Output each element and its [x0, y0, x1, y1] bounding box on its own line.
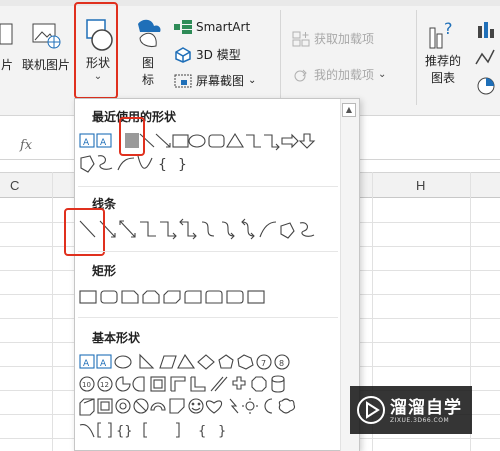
section-divider — [78, 186, 338, 187]
pictures-label: 片 — [0, 58, 13, 72]
shapes-button-highlight — [74, 2, 118, 99]
line-shapes-grid[interactable] — [78, 218, 340, 242]
my-addins-button[interactable]: 我的加载项 ⌄ — [292, 66, 386, 83]
chevron-down-icon: ⌄ — [248, 75, 257, 86]
rectangle-shapes-grid[interactable] — [78, 288, 340, 308]
svg-text:A: A — [100, 138, 107, 148]
recommended-charts-label-line2: 图表 — [430, 71, 455, 85]
column-header-h[interactable]: H — [416, 178, 425, 193]
smartart-button[interactable]: SmartArt — [174, 20, 250, 34]
watermark-logo: 溜溜自学 ZIXUE.3D66.COM — [350, 386, 472, 434]
pictures-button[interactable]: 片 — [0, 20, 14, 73]
svg-text:{: { — [198, 424, 206, 439]
online-picture-icon — [32, 23, 61, 49]
cube-icon — [175, 46, 191, 63]
get-addins-button[interactable]: 获取加载项 — [292, 30, 374, 47]
picture-icon — [0, 23, 13, 45]
svg-text:8: 8 — [279, 359, 284, 368]
svg-text:{: { — [158, 157, 167, 173]
column-header-c[interactable]: C — [10, 178, 19, 193]
section-title-rectangles: 矩形 — [92, 264, 117, 278]
svg-text:10: 10 — [82, 381, 91, 389]
icons-label-line1: 图 — [141, 56, 154, 70]
svg-text:12: 12 — [100, 381, 109, 389]
store-icon — [292, 31, 310, 46]
svg-text:A: A — [83, 138, 90, 148]
chart-icons — [475, 22, 495, 95]
section-title-basic: 基本形状 — [92, 331, 141, 345]
line-shape-highlight — [64, 208, 105, 256]
smartart-label: SmartArt — [196, 20, 251, 34]
icons-button[interactable]: 图 标 — [130, 16, 166, 88]
svg-text:}: } — [218, 424, 226, 439]
chart-type-buttons[interactable] — [472, 20, 500, 100]
online-pictures-label: 联机图片 — [21, 58, 70, 72]
screenshot-label: 屏幕截图 — [196, 74, 245, 88]
3d-model-button[interactable]: 3D 模型 — [174, 46, 241, 63]
recommended-chart-icon: ? — [429, 19, 453, 49]
watermark-text: 溜溜自学 — [390, 398, 462, 418]
svg-text:7: 7 — [261, 359, 266, 368]
svg-text:A: A — [83, 359, 90, 369]
play-logo-icon — [357, 396, 385, 424]
svg-text:{}: {} — [116, 424, 133, 439]
scroll-up-icon[interactable]: ▲ — [342, 103, 356, 117]
smartart-icon — [174, 20, 192, 34]
svg-text:?: ? — [444, 19, 453, 38]
get-addins-label: 获取加载项 — [314, 32, 375, 46]
svg-text:A: A — [100, 359, 107, 369]
ribbon-group-divider — [280, 10, 281, 105]
fx-icon[interactable]: fx — [20, 138, 32, 153]
icons-label-line2: 标 — [141, 73, 154, 87]
3d-model-label: 3D 模型 — [196, 48, 241, 62]
ribbon-group-divider — [416, 10, 417, 105]
online-pictures-button[interactable]: 联机图片 — [18, 20, 74, 73]
section-divider — [78, 251, 338, 252]
watermark-url: ZIXUE.3D66.COM — [390, 417, 450, 424]
recent-shapes-grid[interactable]: A A { } — [78, 132, 340, 176]
recommended-charts-button[interactable]: ? 推荐的 图表 — [422, 18, 464, 86]
icons-icon — [138, 19, 161, 47]
screenshot-button[interactable]: 屏幕截图 ⌄ — [174, 72, 256, 89]
addin-icon — [294, 69, 307, 81]
chevron-down-icon: ⌄ — [378, 69, 387, 80]
my-addins-label: 我的加载项 — [314, 68, 375, 82]
grid-column-line — [52, 172, 53, 451]
recent-shape-highlight — [119, 117, 145, 156]
screenshot-icon — [174, 74, 192, 87]
basic-shapes-grid[interactable]: A A 7 8 10 12 {} {} — [78, 353, 340, 443]
section-divider — [78, 317, 338, 318]
svg-text:}: } — [178, 157, 187, 173]
recommended-charts-label-line1: 推荐的 — [424, 54, 461, 68]
